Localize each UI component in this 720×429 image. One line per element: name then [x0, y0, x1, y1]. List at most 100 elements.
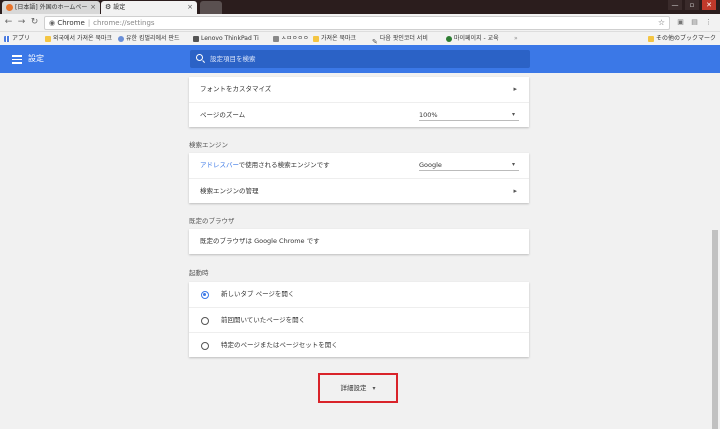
- apps-grid-icon: [4, 35, 10, 42]
- bookmark-label: 외국에서 가져온 북마크: [53, 35, 113, 42]
- row-label: ページのズーム: [200, 111, 246, 119]
- bookmark-item[interactable]: 유한 킴벌리에서 판드: [118, 32, 180, 45]
- search-icon: [196, 54, 203, 61]
- tab-settings[interactable]: ⚙ 設定 ×: [101, 1, 197, 14]
- apps-shortcut[interactable]: アプリ: [4, 32, 30, 45]
- manage-search-engines-row[interactable]: 検索エンジンの管理 ▸: [189, 178, 529, 203]
- settings-search[interactable]: [190, 50, 530, 68]
- folder-icon: [648, 35, 654, 42]
- zoom-select[interactable]: 100% ▾: [419, 109, 519, 121]
- reload-icon[interactable]: ↻: [29, 17, 40, 28]
- section-title-search-engine: 検索エンジン: [189, 141, 228, 149]
- window-controls: — ▫ ✕: [668, 0, 716, 10]
- radio-button[interactable]: [201, 342, 209, 350]
- radio-label: 前回開いていたページを開く: [221, 316, 306, 324]
- new-tab-button[interactable]: [200, 1, 222, 14]
- section-title-startup: 起動時: [189, 269, 209, 277]
- browser-toolbar: ← → ↻ ◉ Chrome | chrome://settings ☆ ▣ ▤ ⋮: [0, 14, 720, 32]
- startup-option-new-tab[interactable]: 新しいタブ ページを開く: [189, 282, 529, 307]
- chevron-right-icon: ▸: [513, 85, 517, 93]
- site-icon: [446, 35, 452, 42]
- appearance-card: フォントをカスタマイズ ▸ ページのズーム 100% ▾: [189, 77, 529, 127]
- pen-icon: ✎: [372, 37, 378, 46]
- scroll-thumb[interactable]: [712, 230, 718, 429]
- dropdown-arrow-icon: ▾: [511, 161, 515, 168]
- radio-button-selected[interactable]: [201, 291, 209, 299]
- advanced-highlight-box: 詳細設定 ▾: [318, 373, 398, 403]
- tab-foreign-homepage[interactable]: [日本語] 外国のホームペー ×: [2, 1, 100, 14]
- extension-icon[interactable]: ▣: [676, 18, 685, 27]
- advanced-label: 詳細設定: [340, 384, 367, 392]
- info-icon: ◉: [49, 19, 56, 27]
- bookmark-label: 유한 킴벌리에서 판드: [126, 35, 180, 42]
- tab-close-icon[interactable]: ×: [187, 1, 193, 14]
- select-value: 100%: [419, 111, 438, 119]
- page-icon: [193, 35, 199, 42]
- page-title: 設定: [28, 54, 44, 63]
- bookmark-item[interactable]: ㅅㅁㅇㅇㅇ: [273, 32, 309, 45]
- search-engine-select[interactable]: Google ▾: [419, 159, 519, 171]
- tab-title: 設定: [113, 4, 126, 11]
- page-icon: [273, 35, 279, 42]
- bookmark-item[interactable]: ✎ 다음 팟인코더 서비: [372, 32, 428, 46]
- chevron-right-icon: ▸: [513, 187, 517, 195]
- customize-fonts-row[interactable]: フォントをカスタマイズ ▸: [189, 77, 529, 102]
- page-favicon-icon: [6, 4, 13, 11]
- bookmark-label: アプリ: [12, 35, 31, 42]
- maximize-button[interactable]: ▫: [685, 0, 699, 10]
- chevron-down-icon: ▾: [372, 385, 376, 392]
- row-label: 既定のブラウザは Google Chrome です: [200, 237, 320, 245]
- bookmark-label: その他のブックマーク: [656, 35, 717, 42]
- globe-icon: [118, 35, 124, 42]
- gear-icon: ⚙: [105, 3, 112, 11]
- bookmark-label: 가져온 북마크: [321, 35, 357, 42]
- hamburger-menu-icon[interactable]: [12, 55, 22, 64]
- page-zoom-row: ページのズーム 100% ▾: [189, 102, 529, 127]
- page-scrollbar[interactable]: [710, 73, 720, 429]
- bookmark-item[interactable]: 외국에서 가져온 북마크: [45, 32, 112, 45]
- radio-label: 特定のページまたはページセットを開く: [221, 341, 338, 349]
- minimize-button[interactable]: —: [668, 0, 682, 10]
- search-input[interactable]: [208, 50, 508, 68]
- bookmark-label: 다음 팟인코더 서비: [379, 35, 428, 42]
- menu-dots-icon[interactable]: ⋮: [704, 18, 713, 27]
- bookmark-item[interactable]: 가져온 북마크: [313, 32, 356, 45]
- bookmark-label: ㅅㅁㅇㅇㅇ: [281, 35, 309, 42]
- address-bar-link[interactable]: アドレスバー: [200, 161, 239, 169]
- row-label: フォントをカスタマイズ: [200, 85, 272, 93]
- settings-header: 設定: [0, 45, 720, 73]
- startup-option-continue[interactable]: 前回開いていたページを開く: [189, 307, 529, 332]
- select-value: Google: [419, 161, 442, 169]
- tab-title: [日本語] 外国のホームペー: [15, 4, 88, 11]
- bookmark-label: 마이페이지 - 교육: [454, 35, 499, 42]
- back-arrow-icon[interactable]: ←: [3, 17, 14, 28]
- section-title-default-browser: 既定のブラウザ: [189, 217, 235, 225]
- startup-option-specific-pages[interactable]: 特定のページまたはページセットを開く: [189, 332, 529, 357]
- extension-icon[interactable]: ▤: [690, 18, 699, 27]
- bookmark-item[interactable]: 마이페이지 - 교육: [446, 32, 499, 45]
- address-bar[interactable]: ◉ Chrome | chrome://settings ☆: [44, 16, 670, 30]
- default-browser-row: 既定のブラウザは Google Chrome です: [189, 229, 529, 254]
- tab-strip: [日本語] 外国のホームペー × ⚙ 設定 × — ▫ ✕: [0, 0, 720, 14]
- forward-arrow-icon[interactable]: →: [16, 17, 27, 28]
- secure-label: Chrome: [57, 19, 85, 27]
- advanced-settings-button[interactable]: 詳細設定 ▾: [320, 375, 396, 401]
- search-engine-row: アドレスバーで使用される検索エンジンです Google ▾: [189, 153, 529, 178]
- radio-button[interactable]: [201, 317, 209, 325]
- search-engine-card: アドレスバーで使用される検索エンジンです Google ▾ 検索エンジンの管理 …: [189, 153, 529, 203]
- radio-label: 新しいタブ ページを開く: [221, 290, 295, 298]
- other-bookmarks[interactable]: その他のブックマーク: [648, 32, 716, 45]
- folder-icon: [313, 35, 319, 42]
- bookmark-label: Lenovo ThinkPad Ti: [201, 35, 259, 42]
- bookmark-item[interactable]: Lenovo ThinkPad Ti: [193, 32, 259, 45]
- bookmarks-bar: アプリ 외국에서 가져온 북마크 유한 킴벌리에서 판드 Lenovo Thin…: [0, 32, 720, 46]
- dropdown-arrow-icon: ▾: [511, 111, 515, 118]
- bookmarks-overflow-icon[interactable]: »: [514, 32, 518, 45]
- close-window-button[interactable]: ✕: [702, 0, 716, 10]
- startup-card: 新しいタブ ページを開く 前回開いていたページを開く 特定のページまたはページセ…: [189, 282, 529, 357]
- row-label: 検索エンジンの管理: [200, 187, 259, 195]
- url-text: chrome://settings: [93, 19, 155, 27]
- bookmark-star-icon[interactable]: ☆: [658, 17, 665, 29]
- row-label: で使用される検索エンジンです: [238, 161, 330, 169]
- tab-close-icon[interactable]: ×: [90, 1, 96, 14]
